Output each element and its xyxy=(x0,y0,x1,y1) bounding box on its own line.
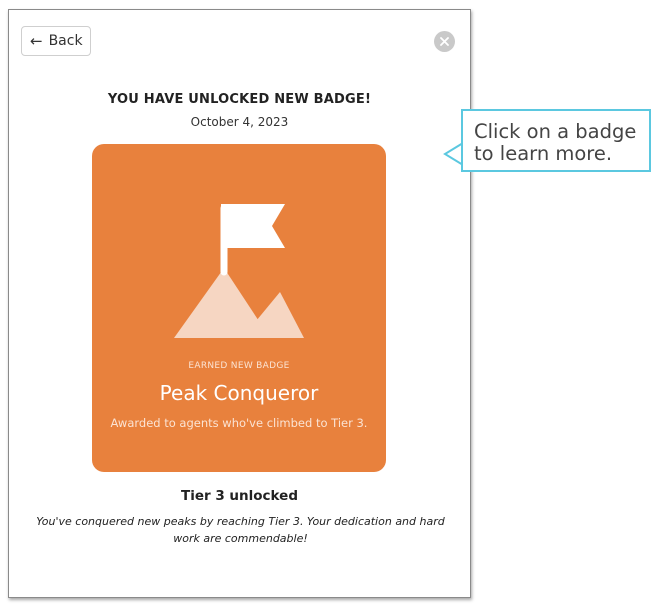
close-button[interactable] xyxy=(434,31,455,52)
tooltip-callout: Click on a badge to learn more. xyxy=(461,109,651,172)
badge-description: Awarded to agents who've climbed to Tier… xyxy=(110,416,368,430)
badge-name: Peak Conqueror xyxy=(159,381,319,405)
arrow-left-icon: ← xyxy=(30,31,43,50)
back-button-label: Back xyxy=(48,33,83,49)
unlock-date: October 4, 2023 xyxy=(190,115,289,129)
tier-message: You've conquered new peaks by reaching T… xyxy=(36,515,445,545)
mountain-flag-icon xyxy=(174,204,304,338)
tier-title: Tier 3 unlocked xyxy=(180,488,298,504)
back-button[interactable]: ← Back xyxy=(21,26,91,56)
close-icon xyxy=(440,37,449,46)
badge-card[interactable]: EARNED NEW BADGE Peak Conqueror Awarded … xyxy=(92,144,386,472)
badge-kicker: EARNED NEW BADGE xyxy=(188,361,290,371)
dialog-title: YOU HAVE UNLOCKED NEW BADGE! xyxy=(107,92,372,107)
badge-unlocked-dialog: ← Back YOU HAVE UNLOCKED NEW BADGE! Octo… xyxy=(8,9,471,598)
